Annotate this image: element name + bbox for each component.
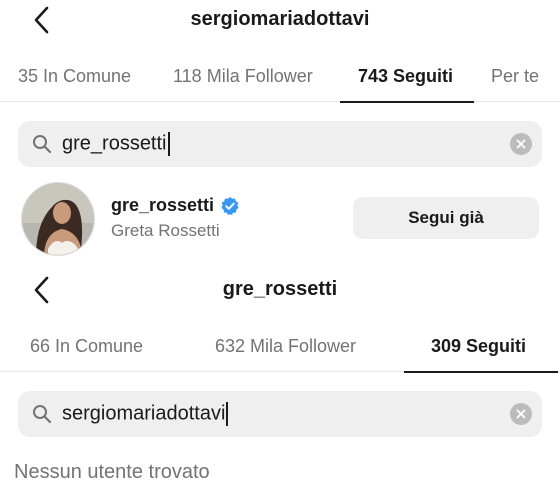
top-header: sergiomariadottavi [0,0,560,40]
result-username: gre_rossetti [111,195,240,216]
search-input-value: sergiomariadottavi [62,402,226,425]
search-input[interactable]: gre_rossetti [62,132,170,156]
active-tab-underline [404,371,558,373]
search-input[interactable]: sergiomariadottavi [62,402,229,426]
clear-icon[interactable] [510,403,532,425]
search-icon [31,133,53,155]
result-username-text: gre_rossetti [111,195,215,215]
search-field[interactable]: gre_rossetti [18,121,542,167]
tab-in-comune[interactable]: 35 In Comune [18,54,131,102]
search-input-value: gre_rossetti [62,132,167,155]
tab-per-te[interactable]: Per te [491,54,539,102]
profile-title: gre_rossetti [222,278,338,300]
profile-title: sergiomariadottavi [190,8,370,30]
tab-follower[interactable]: 632 Mila Follower [215,324,356,372]
text-caret [167,132,170,156]
tab-seguiti-label: 309 Seguiti [431,336,527,356]
result-full-name: Greta Rossetti [111,221,220,240]
tab-follower[interactable]: 118 Mila Follower [173,54,313,102]
following-button[interactable]: Segui già [353,197,539,239]
tab-in-comune[interactable]: 66 In Comune [30,324,143,372]
clear-icon[interactable] [510,133,532,155]
bottom-tab-bar: 66 In Comune 632 Mila Follower 309 Segui… [0,324,560,373]
top-tab-bar: 35 In Comune 118 Mila Follower 743 Segui… [0,54,560,103]
active-tab-underline [340,101,474,103]
avatar[interactable] [21,182,95,256]
verified-badge-icon [220,196,240,216]
tab-seguiti[interactable]: 743 Seguiti [340,54,474,103]
bottom-header: gre_rossetti [0,270,560,310]
search-icon [31,403,53,425]
no-results-message: Nessun utente trovato [14,461,210,483]
tab-seguiti-label: 743 Seguiti [358,66,454,86]
text-caret [226,402,229,426]
search-result-row[interactable]: gre_rossetti Greta Rossetti Segui già [0,178,560,260]
search-field[interactable]: sergiomariadottavi [18,391,542,437]
tab-seguiti[interactable]: 309 Seguiti [404,324,558,373]
